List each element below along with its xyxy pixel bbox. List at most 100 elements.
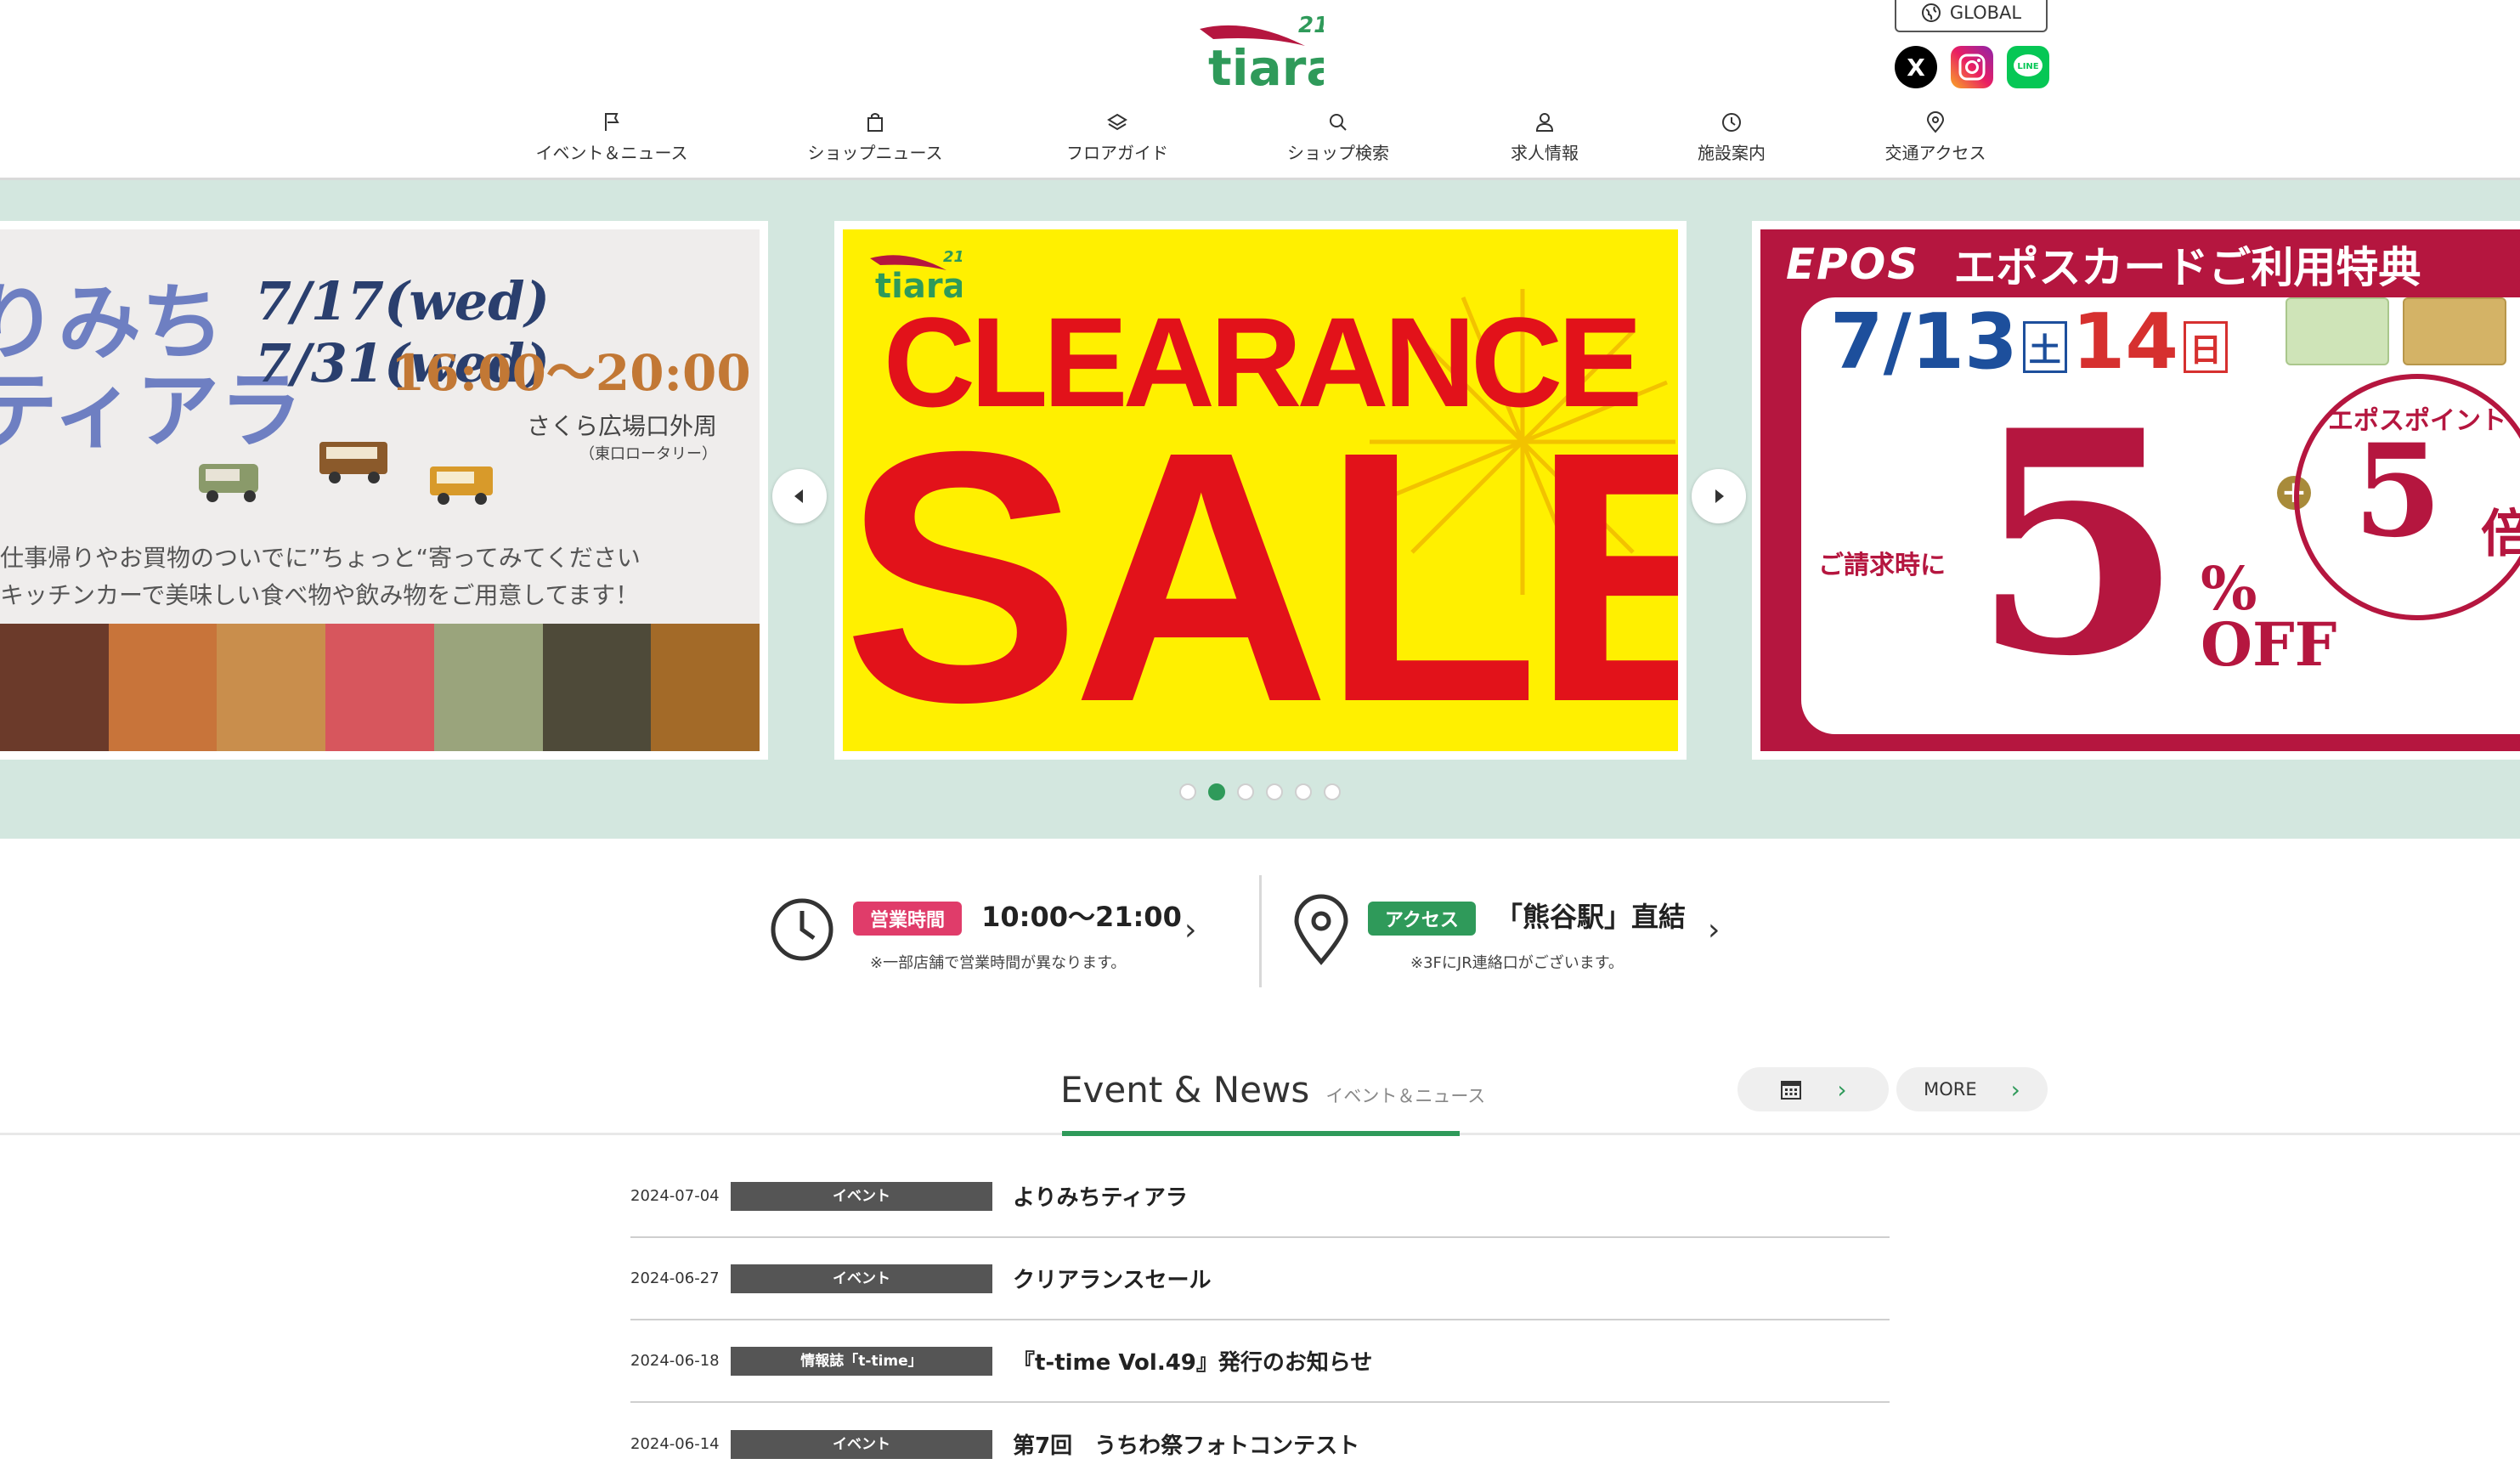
news-item[interactable]: 2024-06-27 イベント クリアランスセール bbox=[630, 1238, 1890, 1320]
news-category: イベント bbox=[731, 1181, 992, 1211]
carousel-slide-clearance-sale[interactable]: 21 tiara CLEARANCE SALE bbox=[834, 221, 1687, 760]
chevron-right-icon: › bbox=[1837, 1075, 1847, 1104]
epos-card-banner: EPOS エポスカードご利用特典 7/13 土 14 日 ご請求時に 5 % OFF bbox=[1760, 229, 2520, 751]
instagram-social-link[interactable] bbox=[1951, 46, 1993, 88]
instagram-icon bbox=[1958, 54, 1986, 81]
more-button[interactable]: MORE › bbox=[1896, 1067, 2048, 1111]
epos-percent-off: % OFF bbox=[2201, 553, 2337, 680]
carousel-slide-epos[interactable]: EPOS エポスカードご利用特典 7/13 土 14 日 ご請求時に 5 % OFF bbox=[1752, 221, 2520, 760]
news-subtitle: イベント＆ニュース bbox=[1325, 1086, 1486, 1106]
food-photo-strip bbox=[0, 624, 760, 751]
globe-icon bbox=[1921, 3, 1941, 22]
news-category: イベント bbox=[731, 1429, 992, 1459]
epos-point-unit: 倍 bbox=[2481, 505, 2520, 564]
sale-text: SALE bbox=[843, 378, 1678, 752]
news-headline[interactable]: クリアランスセール bbox=[1013, 1263, 1211, 1294]
nav-item-shop-news[interactable]: ショップニュース bbox=[790, 110, 960, 170]
person-icon bbox=[1535, 113, 1554, 132]
nav-item-facility-info[interactable]: 施設案内 bbox=[1647, 110, 1817, 170]
layers-icon bbox=[1107, 113, 1127, 131]
site-header: 21 tiara GLOBAL X LINE bbox=[0, 0, 2520, 180]
global-label: GLOBAL bbox=[1949, 3, 2022, 23]
food-photo bbox=[0, 624, 109, 751]
epos-title: エポスカードご利用特典 bbox=[1953, 243, 2421, 292]
chevron-right-icon: › bbox=[2010, 1075, 2020, 1104]
news-date: 2024-06-27 bbox=[630, 1269, 720, 1287]
line-social-link[interactable]: LINE bbox=[2007, 46, 2049, 88]
hero-carousel: りみち ティアラ 7/17(wed) 7/31(wed) 16:00～20:00… bbox=[0, 180, 2520, 839]
epos-discount-number: 5 bbox=[1971, 364, 2184, 723]
news-item[interactable]: 2024-07-04 イベント よりみちティアラ bbox=[630, 1156, 1890, 1238]
main-nav: イベント＆ニュース ショップニュース フロアガイド ショップ検索 求人情報 施設… bbox=[0, 110, 2520, 170]
hours-block[interactable]: 営業時間 10:00〜21:00 ※一部店舗で営業時間が異なります。 › bbox=[768, 875, 1218, 987]
search-icon bbox=[1330, 114, 1347, 131]
carousel-dot[interactable] bbox=[1295, 783, 1312, 800]
clearance-sale-banner: 21 tiara CLEARANCE SALE bbox=[843, 229, 1678, 751]
svg-text:LINE: LINE bbox=[2017, 62, 2038, 71]
access-note: ※3FにJR連絡口がございます。 bbox=[1410, 954, 1624, 972]
map-pin-icon bbox=[1294, 894, 1348, 965]
news-item[interactable]: 2024-06-14 イベント 第7回 うちわ祭フォトコンテスト bbox=[630, 1403, 1890, 1470]
news-headline[interactable]: 第7回 うちわ祭フォトコンテスト bbox=[1013, 1428, 1359, 1460]
global-button[interactable]: GLOBAL bbox=[1895, 0, 2048, 32]
yorimichi-description: 仕事帰りやお買物のついでに”ちょっと“寄ってみてください キッチンカーで美味しい… bbox=[0, 544, 641, 609]
chevron-left-icon bbox=[794, 489, 803, 503]
nav-item-floor-guide[interactable]: フロアガイド bbox=[1032, 110, 1202, 170]
news-headline[interactable]: よりみちティアラ bbox=[1013, 1180, 1188, 1212]
nav-item-shop-search[interactable]: ショップ検索 bbox=[1253, 110, 1423, 170]
kitchen-car-icon bbox=[319, 442, 387, 483]
food-photo bbox=[433, 624, 543, 751]
carousel-prev-button[interactable] bbox=[772, 469, 827, 523]
carousel-dots bbox=[1179, 783, 1341, 800]
news-category: 情報誌「t-time」 bbox=[731, 1346, 992, 1376]
tiara-logo[interactable]: 21 tiara bbox=[1196, 12, 1324, 93]
food-photo bbox=[542, 624, 652, 751]
news-date: 2024-06-14 bbox=[630, 1435, 720, 1453]
carousel-slide-yorimichi[interactable]: りみち ティアラ 7/17(wed) 7/31(wed) 16:00～20:00… bbox=[0, 221, 768, 760]
nav-item-access[interactable]: 交通アクセス bbox=[1850, 110, 2020, 170]
epos-logo: EPOS bbox=[1786, 240, 1920, 289]
food-photo bbox=[325, 624, 434, 751]
carousel-dot-active[interactable] bbox=[1208, 783, 1225, 800]
chevron-right-icon: › bbox=[1184, 913, 1197, 947]
epos-card-image bbox=[2286, 297, 2389, 365]
news-section-header: Event & News イベント＆ニュース bbox=[1060, 1069, 1485, 1137]
epos-body: 7/13 土 14 日 ご請求時に 5 % OFF + エポスポイント 5 倍 bbox=[1801, 297, 2520, 734]
calendar-icon bbox=[1781, 1081, 1802, 1100]
map-pin-icon bbox=[1926, 111, 1945, 133]
hours-value: 10:00〜21:00 bbox=[981, 901, 1182, 933]
epos-request-text: ご請求時に bbox=[1818, 551, 1946, 580]
svg-text:21: 21 bbox=[943, 248, 962, 266]
access-badge: アクセス bbox=[1368, 902, 1476, 936]
carousel-dot[interactable] bbox=[1324, 783, 1341, 800]
hours-badge: 営業時間 bbox=[853, 902, 963, 936]
carousel-dot[interactable] bbox=[1266, 783, 1283, 800]
carousel-dot[interactable] bbox=[1179, 783, 1196, 800]
food-photo bbox=[108, 624, 218, 751]
news-date: 2024-06-18 bbox=[630, 1352, 720, 1370]
carousel-dot[interactable] bbox=[1237, 783, 1254, 800]
epos-gold-card-image bbox=[2403, 297, 2506, 365]
news-headline[interactable]: 『t-time Vol.49』発行のお知らせ bbox=[1013, 1345, 1372, 1377]
food-photo bbox=[217, 624, 326, 751]
clock-icon bbox=[771, 898, 833, 961]
flag-icon bbox=[605, 113, 619, 131]
yorimichi-time: 16:00～20:00 bbox=[391, 344, 751, 402]
access-block[interactable]: アクセス 「熊谷駅」直結 ※3FにJR連絡口がございます。 › bbox=[1291, 875, 1742, 987]
news-date: 2024-07-04 bbox=[630, 1187, 720, 1205]
x-social-link[interactable]: X bbox=[1895, 46, 1937, 88]
clock-icon bbox=[1722, 113, 1741, 132]
nav-item-jobs[interactable]: 求人情報 bbox=[1460, 110, 1630, 170]
news-title: Event & News bbox=[1060, 1069, 1310, 1111]
news-title-underline bbox=[1062, 1131, 1460, 1136]
kitchen-car-icon bbox=[199, 464, 258, 502]
epos-point-number: 5 bbox=[2353, 416, 2443, 566]
yorimichi-banner: りみち ティアラ 7/17(wed) 7/31(wed) 16:00～20:00… bbox=[0, 229, 760, 751]
news-item[interactable]: 2024-06-18 情報誌「t-time」 『t-time Vol.49』発行… bbox=[630, 1320, 1890, 1403]
calendar-button[interactable]: › bbox=[1737, 1067, 1889, 1111]
access-value: 「熊谷駅」直結 bbox=[1495, 901, 1687, 933]
carousel-next-button[interactable] bbox=[1692, 469, 1746, 523]
kitchen-car-icon bbox=[430, 466, 493, 505]
more-label: MORE bbox=[1924, 1079, 1977, 1100]
nav-item-event-news[interactable]: イベント＆ニュース bbox=[527, 110, 697, 170]
